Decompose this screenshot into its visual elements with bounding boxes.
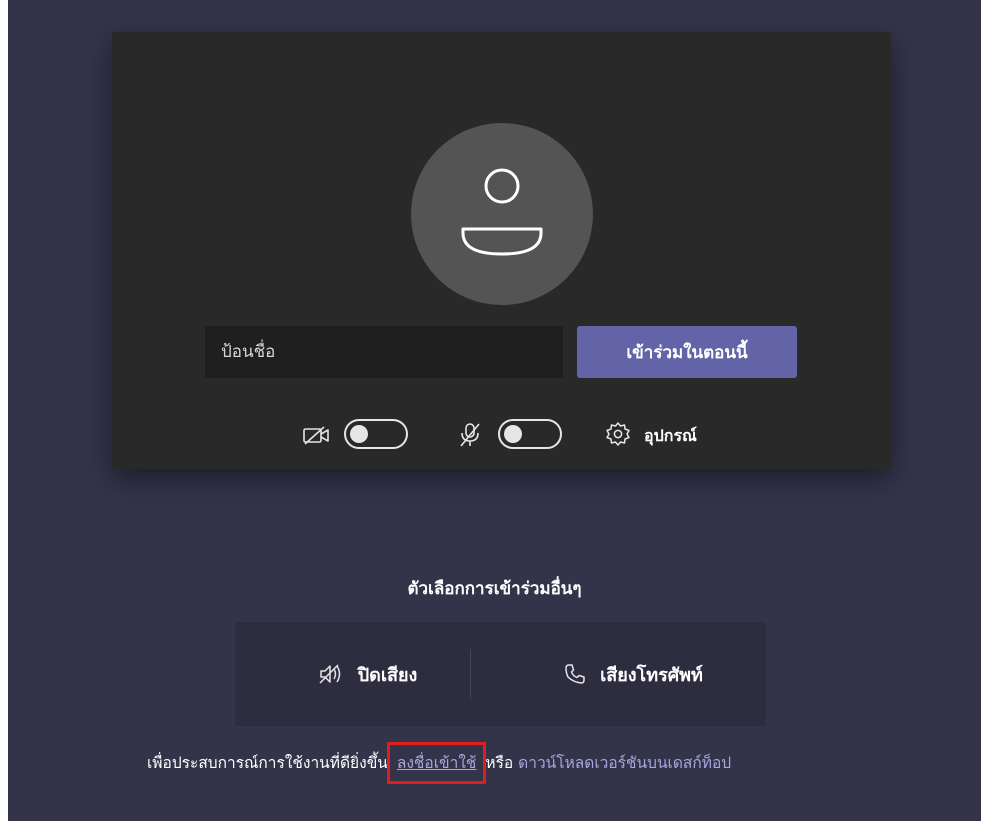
device-controls: อุปกรณ์ bbox=[112, 412, 891, 456]
mic-toggle[interactable] bbox=[498, 419, 562, 449]
signin-highlight: ลงชื่อเข้าใช้ bbox=[386, 742, 487, 784]
person-icon bbox=[461, 168, 543, 256]
download-desktop-link[interactable]: ดาวน์โหลดเวอร์ชันบนเดสก์ท็อป bbox=[518, 754, 731, 772]
prejoin-panel: เข้าร่วมในตอนนี้ bbox=[112, 32, 891, 469]
footer-prefix: เพื่อประสบการณ์การใช้งานที่ดียิ่งขึ้น bbox=[147, 754, 388, 772]
devices-label[interactable]: อุปกรณ์ bbox=[644, 424, 697, 449]
footer-text: เพื่อประสบการณ์การใช้งานที่ดียิ่งขึ้น ลง… bbox=[147, 742, 731, 784]
meeting-prejoin-screen: เข้าร่วมในตอนนี้ bbox=[8, 0, 981, 821]
video-toggle-knob bbox=[350, 425, 368, 443]
options-divider bbox=[470, 649, 471, 699]
video-off-icon bbox=[303, 426, 329, 445]
join-now-button[interactable]: เข้าร่วมในตอนนี้ bbox=[577, 326, 797, 378]
mic-toggle-knob bbox=[504, 425, 522, 443]
footer-or: หรือ bbox=[485, 754, 514, 772]
audio-off-option[interactable]: ปิดเสียง bbox=[235, 622, 500, 726]
speaker-off-icon bbox=[319, 664, 340, 684]
mic-off-icon bbox=[460, 423, 480, 447]
video-toggle[interactable] bbox=[344, 419, 408, 449]
audio-off-label: ปิดเสียง bbox=[357, 664, 418, 686]
phone-audio-option[interactable]: เสียงโทรศัพท์ bbox=[501, 622, 766, 726]
avatar bbox=[411, 123, 593, 305]
other-join-options: ปิดเสียง เสียงโทรศัพท์ bbox=[235, 622, 766, 726]
phone-icon bbox=[565, 664, 585, 684]
signin-link[interactable]: ลงชื่อเข้าใช้ bbox=[397, 754, 477, 772]
phone-audio-label: เสียงโทรศัพท์ bbox=[600, 664, 703, 686]
gear-icon[interactable] bbox=[605, 421, 631, 447]
name-input[interactable] bbox=[205, 326, 563, 378]
other-join-options-title: ตัวเลือกการเข้าร่วมอื่นๆ bbox=[407, 579, 582, 599]
